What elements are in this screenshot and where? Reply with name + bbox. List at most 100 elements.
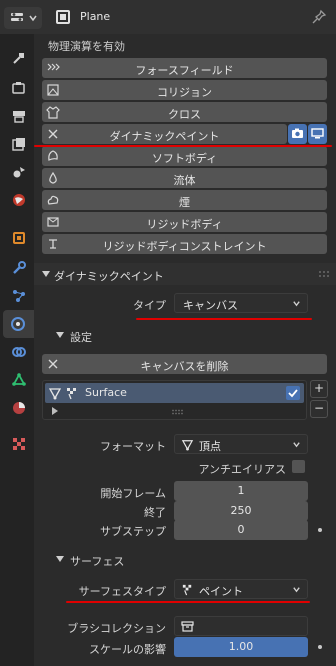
tab-object[interactable]	[4, 224, 32, 252]
tab-view-layer[interactable]	[4, 130, 32, 158]
surface-subpanel-header[interactable]: サーフェス	[34, 548, 336, 570]
tab-output[interactable]	[4, 102, 32, 130]
tab-modifiers[interactable]	[4, 254, 32, 282]
collection-icon	[181, 621, 194, 632]
surface-type-value: ペイント	[199, 585, 243, 598]
drag-handle-icon[interactable]	[318, 270, 330, 278]
material-icon	[13, 402, 25, 414]
remove-canvas-button[interactable]: キャンバスを削除	[42, 354, 327, 374]
properties-tabs	[0, 34, 34, 666]
enable-physics-heading: 物理演算を有効	[48, 40, 125, 53]
particles-icon	[13, 290, 25, 302]
surface-type-dropdown[interactable]: ペイント	[174, 579, 308, 599]
substeps-label: サブステップ	[100, 525, 166, 538]
camera-icon	[292, 128, 303, 138]
tab-data[interactable]	[4, 366, 32, 394]
render-icon	[12, 82, 25, 94]
tab-constraints[interactable]	[4, 338, 32, 366]
scene-icon	[13, 167, 25, 178]
surface-list[interactable]: Surface	[42, 380, 307, 420]
wrench-icon	[13, 261, 26, 274]
remove-canvas-label: キャンバスを削除	[140, 360, 229, 373]
smoke-label: 煙	[179, 196, 190, 209]
soft-body-button[interactable]: ソフトボディ	[42, 146, 327, 166]
tab-physics[interactable]	[3, 310, 34, 338]
add-surface-button[interactable]: +	[310, 380, 328, 398]
tab-particles[interactable]	[4, 282, 32, 310]
collision-button[interactable]: コリジョン	[42, 80, 327, 100]
end-frame-label: 終了	[144, 506, 166, 519]
world-icon	[13, 194, 25, 206]
collapse-triangle-icon	[56, 556, 64, 562]
type-dropdown[interactable]: キャンバス	[174, 293, 308, 313]
start-frame-field[interactable]: 1	[174, 481, 308, 501]
properties-editor-icon	[11, 13, 23, 21]
rigid-body-constraint-button[interactable]: リジッドボディコンストレイント	[42, 234, 327, 254]
fluid-label: 流体	[173, 174, 196, 187]
chevron-down-icon	[293, 301, 300, 307]
annotation-underline	[136, 318, 312, 320]
brush-paint-icon	[67, 388, 76, 400]
end-frame-field[interactable]: 250	[174, 501, 308, 521]
scale-influence-label: スケールの影響	[89, 643, 166, 656]
viewport-toggle-button[interactable]	[308, 124, 327, 144]
smoke-button[interactable]: 煙	[42, 190, 327, 210]
dynamic-paint-panel-header[interactable]: ダイナミックペイント	[34, 263, 336, 285]
list-item[interactable]: Surface	[45, 383, 304, 403]
dynamic-paint-button[interactable]: ダイナミックペイント	[42, 124, 287, 144]
tab-texture[interactable]	[4, 430, 32, 458]
tab-scene[interactable]	[4, 158, 32, 186]
tab-tool[interactable]	[4, 44, 32, 72]
settings-subpanel-title: 設定	[70, 331, 92, 344]
rigid-body-button[interactable]: リジッドボディ	[42, 212, 327, 232]
object-icon	[13, 232, 25, 244]
chevron-down-icon	[293, 442, 300, 448]
expand-triangle-icon[interactable]	[51, 407, 59, 415]
physics-properties: 物理演算を有効 フォースフィールド コリジョン クロス ダイナミックペイント ソ…	[34, 34, 336, 666]
object-data-icon	[56, 10, 70, 24]
rigid-body-constraint-label: リジッドボディコンストレイント	[102, 240, 267, 253]
format-label: フォーマット	[100, 440, 166, 453]
type-label: タイプ	[133, 299, 166, 312]
output-icon	[13, 111, 25, 123]
tool-icon	[13, 53, 24, 64]
object-name: Plane	[80, 10, 111, 23]
surface-type-label: サーフェスタイプ	[78, 585, 166, 598]
animate-property-dot[interactable]	[318, 528, 322, 532]
collision-label: コリジョン	[157, 86, 212, 99]
editor-type-dropdown[interactable]	[4, 7, 42, 29]
dynamic-paint-label: ダイナミックペイント	[109, 130, 220, 143]
chevron-down-icon	[293, 587, 300, 593]
tab-material[interactable]	[4, 394, 32, 422]
brush-collection-field[interactable]	[174, 616, 308, 636]
format-dropdown[interactable]: 頂点	[174, 434, 308, 454]
annotation-underline	[66, 601, 310, 603]
animate-property-dot[interactable]	[318, 645, 322, 649]
type-value: キャンバス	[183, 299, 238, 312]
annotation-underline	[34, 145, 332, 147]
mesh-data-icon	[12, 373, 26, 386]
cloth-button[interactable]: クロス	[42, 102, 327, 122]
substeps-field[interactable]: 0	[174, 520, 308, 540]
antialias-label: アンチエイリアス	[198, 463, 286, 476]
collapse-triangle-icon	[42, 271, 50, 277]
settings-subpanel-header[interactable]: 設定	[34, 324, 336, 346]
force-field-button[interactable]: フォースフィールド	[42, 58, 327, 78]
rigid-body-label: リジッドボディ	[146, 218, 223, 231]
mesh-vertex-icon	[48, 388, 62, 400]
force-field-label: フォースフィールド	[135, 64, 234, 77]
fluid-button[interactable]: 流体	[42, 168, 327, 188]
remove-surface-button[interactable]: −	[310, 400, 328, 418]
texture-icon	[13, 438, 25, 450]
mesh-vertex-icon	[181, 440, 194, 451]
resize-grip-icon[interactable]	[171, 409, 185, 415]
tab-render[interactable]	[4, 74, 32, 102]
constraints-icon	[12, 347, 26, 357]
surface-enabled-checkbox[interactable]	[286, 386, 300, 400]
antialias-checkbox[interactable]	[292, 460, 305, 473]
format-value: 頂点	[199, 440, 221, 453]
pin-icon[interactable]	[311, 9, 327, 25]
render-toggle-button[interactable]	[288, 124, 307, 144]
scale-influence-slider[interactable]: 1.00	[174, 637, 308, 657]
tab-world[interactable]	[4, 186, 32, 214]
